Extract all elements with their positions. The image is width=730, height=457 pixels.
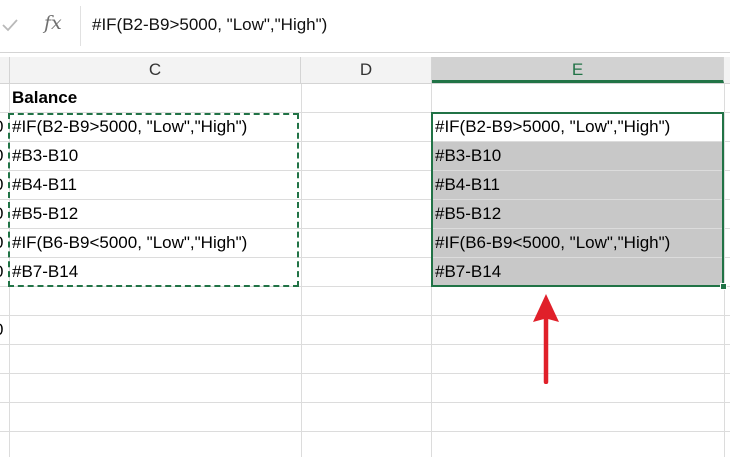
formula-bar: fx #IF(B2-B9>5000, "Low","High") (0, 0, 730, 52)
column-gridline (724, 84, 725, 457)
row-gridline (0, 373, 730, 374)
cell-b4-partial[interactable]: 0 (0, 171, 3, 199)
column-gridline (301, 84, 302, 457)
selection-border (431, 112, 724, 287)
formula-bar-separator (80, 6, 81, 46)
cell-b2-partial[interactable]: 0 (0, 113, 3, 141)
cell-grid[interactable]: 0 0 0 0 0 0 0 Balance #IF(B2-B9>5000, "L… (0, 84, 730, 457)
red-up-arrow-icon (533, 294, 559, 384)
cell-b9-partial[interactable]: 0 (0, 316, 3, 344)
cell-c1[interactable]: Balance (12, 84, 77, 112)
row-gridline (0, 402, 730, 403)
row-gridline (0, 315, 730, 316)
column-header-c[interactable]: C (10, 57, 301, 83)
column-header-b-partial[interactable] (0, 57, 10, 83)
cell-b3-partial[interactable]: 0 (0, 142, 3, 170)
fill-handle[interactable] (720, 283, 727, 290)
cell-b5-partial[interactable]: 0 (0, 200, 3, 228)
column-header-e[interactable]: E (432, 57, 724, 83)
cell-b7-partial[interactable]: 0 (0, 258, 3, 286)
cell-b6-partial[interactable]: 0 (0, 229, 3, 257)
column-header-d[interactable]: D (301, 57, 432, 83)
insert-function-icon[interactable]: fx (44, 12, 62, 34)
column-header-f-partial[interactable] (724, 57, 730, 83)
spreadsheet-app: fx #IF(B2-B9>5000, "Low","High") C D E B… (0, 0, 730, 457)
check-icon[interactable] (2, 17, 18, 33)
row-gridline (0, 431, 730, 432)
copy-marquee (8, 113, 299, 287)
formula-input[interactable]: #IF(B2-B9>5000, "Low","High") (92, 15, 327, 35)
formula-bar-divider (0, 52, 730, 53)
column-headers: C D E (0, 57, 730, 84)
row-gridline (0, 344, 730, 345)
